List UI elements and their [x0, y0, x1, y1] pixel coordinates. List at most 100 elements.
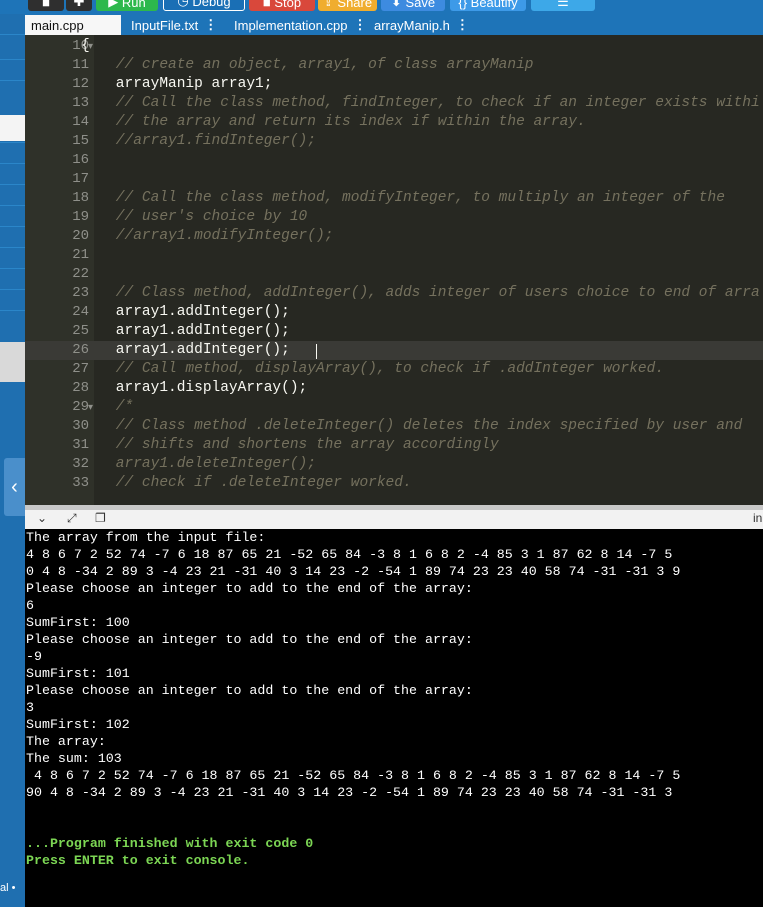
collapse-sidebar-button[interactable]: ‹	[4, 458, 25, 516]
console-line: 0 4 8 -34 2 89 3 -4 23 21 -31 40 3 14 23…	[26, 564, 681, 579]
console-line: 4 8 6 7 2 52 74 -7 6 18 87 65 21 -52 65 …	[26, 547, 673, 562]
line-number: 15	[72, 133, 89, 149]
line-number: 13	[72, 95, 89, 111]
code-line[interactable]: 11 // create an object, array1, of class…	[25, 56, 763, 75]
code-text: /*	[81, 399, 134, 415]
tab-inputfile-txt[interactable]: InputFile.txt ⋮	[125, 15, 225, 35]
code-line[interactable]: 33 // check if .deleteInteger worked.	[25, 474, 763, 493]
menu-button[interactable]: ☰	[531, 0, 595, 11]
tab-menu-icon[interactable]: ⋮	[456, 17, 469, 33]
tab-arraymanip-h[interactable]: arrayManip.h ⋮	[368, 15, 469, 35]
menu-icon: ☰	[557, 0, 569, 9]
save-button[interactable]: ⬇ Save	[381, 0, 445, 11]
sidebar-item[interactable]	[0, 289, 25, 308]
sidebar-item[interactable]	[0, 80, 25, 99]
console-line: -9	[26, 649, 42, 664]
code-line[interactable]: 21	[25, 246, 763, 265]
line-number: 10	[72, 38, 89, 54]
code-text: // create an object, array1, of class ar…	[81, 57, 534, 73]
add-button[interactable]: ✚	[66, 0, 92, 11]
sidebar-item[interactable]	[0, 163, 25, 182]
sidebar-item[interactable]	[0, 184, 25, 203]
code-text: array1.addInteger();	[81, 304, 290, 320]
code-text: // Class method, addInteger(), adds inte…	[81, 285, 760, 301]
line-number: 27	[72, 361, 89, 377]
chevron-down-icon[interactable]: ⌄	[37, 511, 47, 525]
console-line: The array from the input file:	[26, 530, 266, 545]
new-button[interactable]: ■	[28, 0, 64, 11]
share-button[interactable]: ⇪ Share	[318, 0, 377, 11]
sidebar-item[interactable]	[0, 247, 25, 266]
file-icon: ■	[42, 0, 50, 10]
expand-icon[interactable]: ⤢	[67, 511, 77, 526]
code-line[interactable]: 29 ▾ /*	[25, 398, 763, 417]
sidebar-item[interactable]	[0, 34, 25, 53]
sidebar-item[interactable]	[0, 226, 25, 245]
code-line[interactable]: 10 ▾{	[25, 37, 763, 56]
code-line[interactable]: 25 array1.addInteger();	[25, 322, 763, 341]
code-line[interactable]: 30 // Class method .deleteInteger() dele…	[25, 417, 763, 436]
stop-button[interactable]: ■ Stop	[249, 0, 315, 11]
code-line[interactable]: 28 array1.displayArray();	[25, 379, 763, 398]
code-line[interactable]: 12 arrayManip array1;	[25, 75, 763, 94]
code-editor[interactable]: 10 ▾{11 // create an object, array1, of c…	[25, 35, 763, 505]
tab-label: InputFile.txt	[131, 17, 199, 33]
code-line[interactable]: 15 //array1.findInteger();	[25, 132, 763, 151]
code-line[interactable]: 32 array1.deleteInteger();	[25, 455, 763, 474]
line-number: 29	[72, 399, 89, 415]
code-text: //array1.modifyInteger();	[81, 228, 334, 244]
code-line[interactable]: 27 // Call method, displayArray(), to ch…	[25, 360, 763, 379]
sidebar-item[interactable]	[0, 142, 25, 161]
sidebar-footer-label: al •	[0, 882, 16, 894]
code-line[interactable]: 23 // Class method, addInteger(), adds i…	[25, 284, 763, 303]
line-number: 20	[72, 228, 89, 244]
line-number: 30	[72, 418, 89, 434]
code-line[interactable]: 16	[25, 151, 763, 170]
line-number: 11	[72, 57, 89, 73]
code-line[interactable]: 13 // Call the class method, findInteger…	[25, 94, 763, 113]
stop-icon: ■	[262, 0, 275, 10]
share-icon: ⇪	[322, 0, 338, 9]
code-line[interactable]: 24 array1.addInteger();	[25, 303, 763, 322]
code-line[interactable]: 20 //array1.modifyInteger();	[25, 227, 763, 246]
console-line: SumFirst: 101	[26, 666, 130, 681]
run-button[interactable]: ▶ Run	[96, 0, 158, 11]
play-icon: ▶	[108, 0, 122, 9]
code-text: //array1.findInteger();	[81, 133, 316, 149]
line-number: 28	[72, 380, 89, 396]
share-label: Share	[337, 0, 373, 10]
line-number: 33	[72, 475, 89, 491]
line-number: 32	[72, 456, 89, 472]
copy-icon[interactable]: ❐	[95, 511, 106, 525]
code-line[interactable]: 14 // the array and return its index if …	[25, 113, 763, 132]
code-text: // Call method, displayArray(), to check…	[81, 361, 664, 377]
code-line[interactable]: 18 // Call the class method, modifyInteg…	[25, 189, 763, 208]
sidebar-item[interactable]	[0, 268, 25, 287]
code-line[interactable]: 31 // shifts and shortens the array acco…	[25, 436, 763, 455]
line-number: 21	[72, 247, 89, 263]
code-line[interactable]: 19 // user's choice by 10	[25, 208, 763, 227]
beautify-button[interactable]: {} Beautify	[450, 0, 526, 11]
code-text: array1.addInteger();	[81, 323, 290, 339]
code-line[interactable]: 17	[25, 170, 763, 189]
code-line[interactable]: 26 array1.addInteger();	[25, 341, 763, 360]
sidebar-item[interactable]	[0, 310, 25, 329]
run-label: Run	[121, 0, 146, 10]
text-cursor	[316, 344, 317, 359]
line-number: 12	[72, 76, 89, 92]
sidebar-item[interactable]	[0, 59, 25, 78]
tab-menu-icon[interactable]: ⋮	[353, 17, 366, 33]
save-icon: ⬇	[390, 0, 406, 9]
code-text: // Call the class method, modifyInteger,…	[81, 190, 725, 206]
code-line[interactable]: 22	[25, 265, 763, 284]
sidebar-item-active[interactable]	[0, 115, 25, 141]
code-text: {	[81, 38, 90, 54]
sidebar-ad-area	[0, 342, 25, 382]
code-text: // the array and return its index if wit…	[81, 114, 586, 130]
sidebar-item[interactable]	[0, 205, 25, 224]
tab-menu-icon[interactable]: ⋮	[204, 17, 217, 33]
debug-button[interactable]: ◷ Debug	[163, 0, 245, 11]
tab-implementation-cpp[interactable]: Implementation.cpp ⋮	[228, 15, 366, 35]
tab-main-cpp[interactable]: main.cpp	[25, 15, 121, 35]
console-output[interactable]: The array from the input file: 4 8 6 7 2 …	[25, 529, 763, 907]
